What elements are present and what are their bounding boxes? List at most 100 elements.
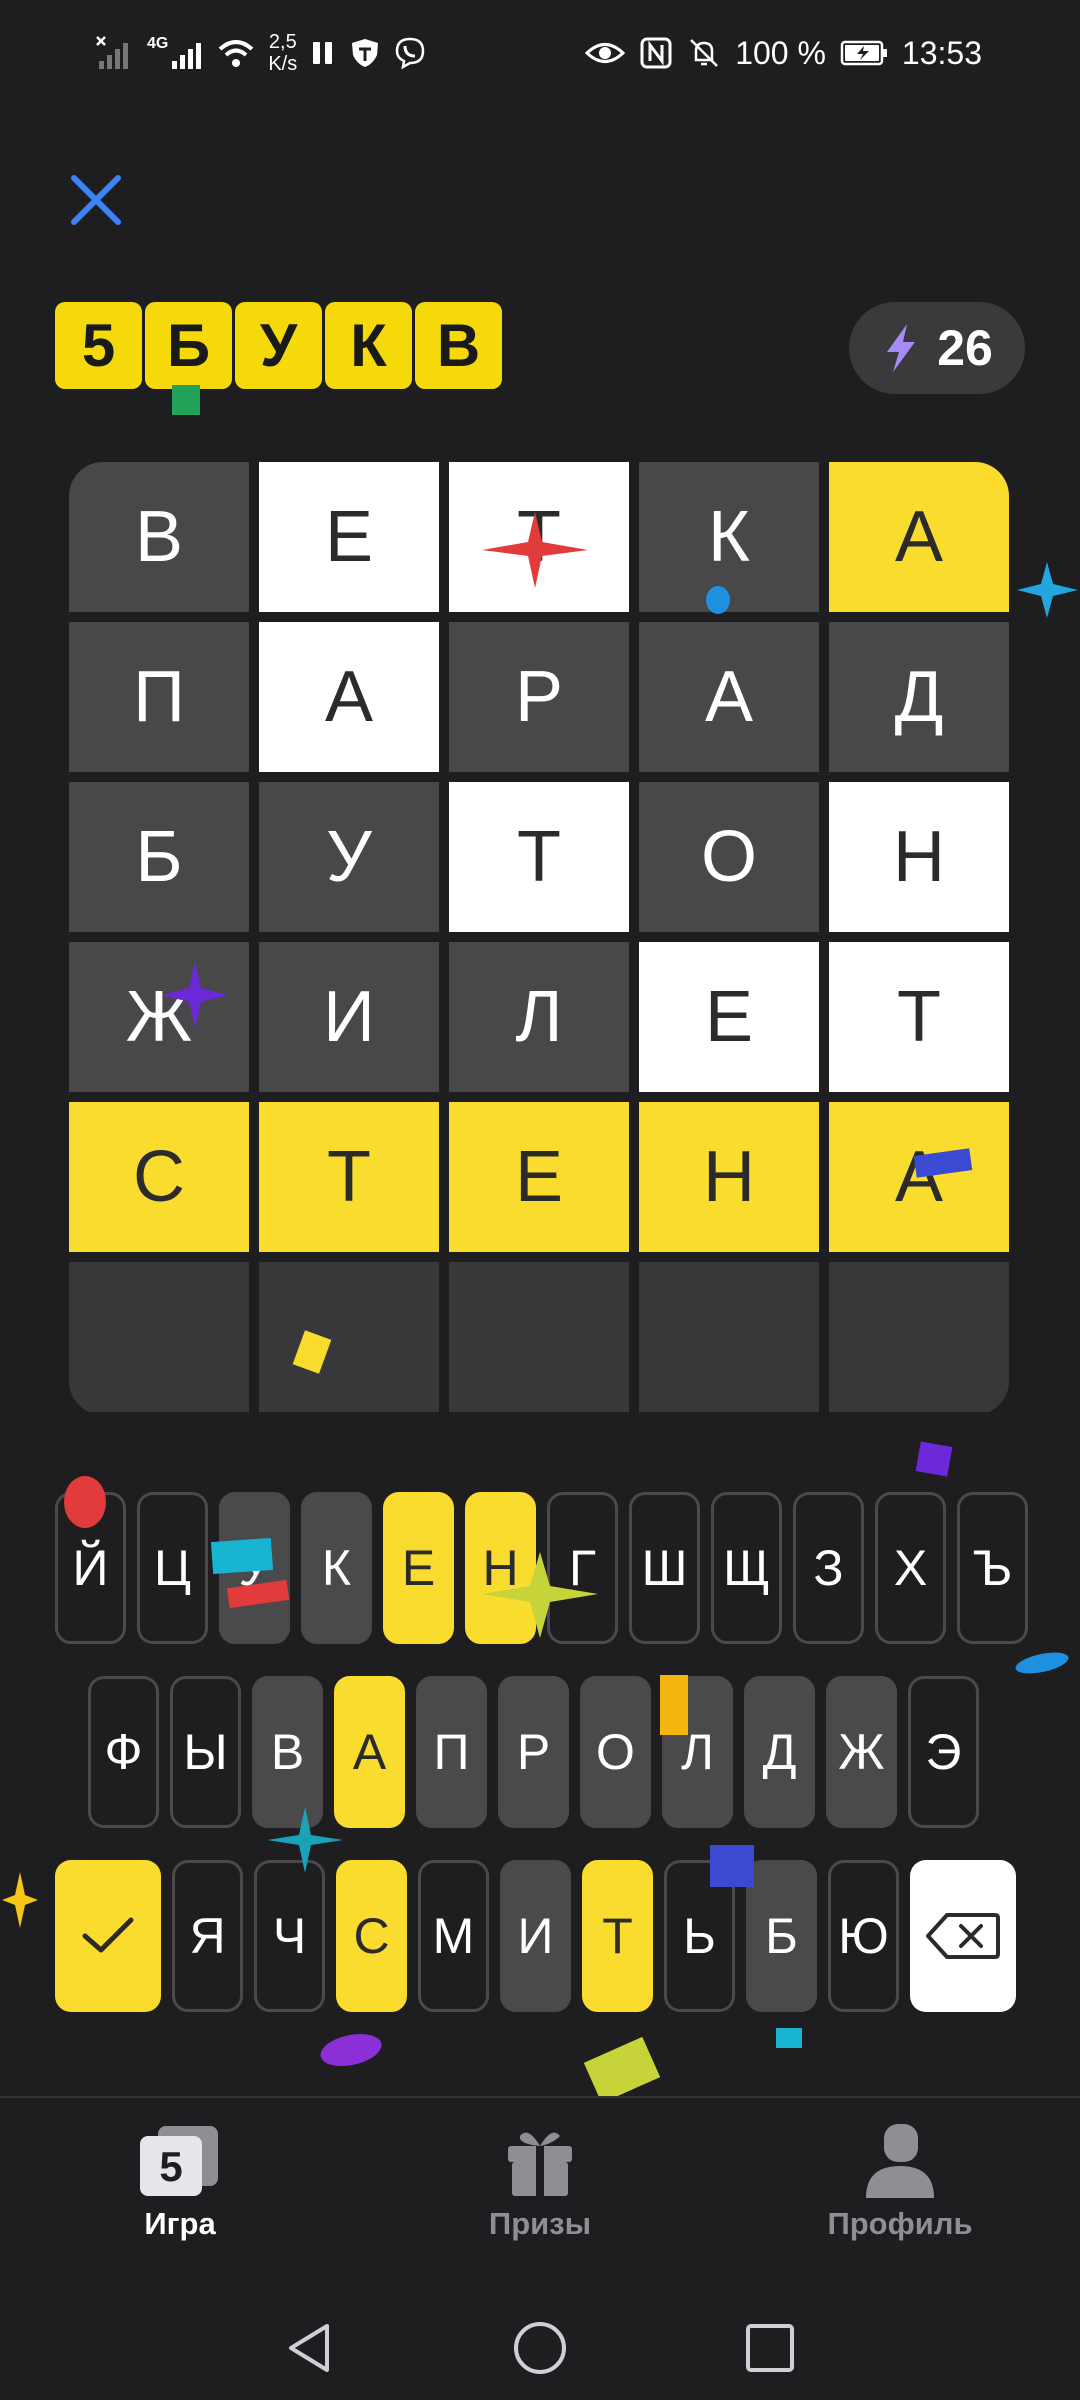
profile-icon xyxy=(866,2124,934,2198)
logo-tile: Б xyxy=(145,302,232,389)
battery-charging-icon xyxy=(840,40,887,66)
board-cell: Е xyxy=(259,462,439,612)
logo-tile: В xyxy=(415,302,502,389)
board-cell: Т xyxy=(829,942,1009,1092)
close-icon xyxy=(71,175,121,225)
key-letter[interactable]: Ь xyxy=(664,1860,735,2012)
status-left: 4G 2,5 K/s xyxy=(95,28,427,78)
key-letter[interactable]: Р xyxy=(498,1676,569,1828)
close-button[interactable] xyxy=(66,170,126,230)
key-letter[interactable]: Г xyxy=(547,1492,618,1644)
board-cell xyxy=(259,1262,439,1412)
key-letter[interactable]: Д xyxy=(744,1676,815,1828)
back-triangle-icon[interactable] xyxy=(283,2320,335,2376)
key-letter[interactable]: Л xyxy=(662,1676,733,1828)
eye-icon xyxy=(585,43,626,63)
key-letter[interactable]: С xyxy=(336,1860,407,2012)
game-logo-icon: 5 xyxy=(140,2126,218,2196)
board-cell: К xyxy=(639,462,819,612)
nav-label-prizes: Призы xyxy=(488,2206,592,2241)
key-letter[interactable]: Я xyxy=(172,1860,243,2012)
game-board: ВЕТКАПАРАДБУТОНЖИЛЕТСТЕНА xyxy=(69,462,1009,1415)
system-nav-bar xyxy=(0,2292,1080,2400)
board-cell: А xyxy=(829,1102,1009,1252)
speed-unit: K/s xyxy=(268,53,298,75)
board-cell: Д xyxy=(829,622,1009,772)
key-letter[interactable]: З xyxy=(793,1492,864,1644)
key-letter[interactable]: К xyxy=(301,1492,372,1644)
key-letter[interactable]: Ъ xyxy=(957,1492,1028,1644)
network-type: 4G xyxy=(147,35,169,52)
key-letter[interactable]: Ч xyxy=(254,1860,325,2012)
mute-bell-icon xyxy=(690,39,719,67)
board-cell: Р xyxy=(449,622,629,772)
key-letter[interactable]: Е xyxy=(383,1492,454,1644)
key-letter[interactable]: Ш xyxy=(629,1492,700,1644)
key-letter[interactable]: Ф xyxy=(88,1676,159,1828)
key-letter[interactable]: Т xyxy=(582,1860,653,2012)
key-letter[interactable]: Ж xyxy=(826,1676,897,1828)
board-cell: О xyxy=(639,782,819,932)
home-circle-icon[interactable] xyxy=(512,2320,568,2376)
pause-icon xyxy=(313,42,333,64)
keyboard-row-3-letters: ЯЧСМИТЬБЮ xyxy=(172,1860,899,2012)
viber-icon xyxy=(395,37,425,70)
lightning-icon xyxy=(887,324,916,372)
key-letter[interactable]: Щ xyxy=(711,1492,782,1644)
nfc-icon xyxy=(640,37,672,69)
key-letter[interactable]: О xyxy=(580,1676,651,1828)
status-right: 100 % 13:53 xyxy=(585,28,982,78)
logo-tile: У xyxy=(235,302,322,389)
keyboard-row-3: ЯЧСМИТЬБЮ xyxy=(55,1860,1016,2012)
board-cell: Т xyxy=(449,462,629,612)
key-letter[interactable]: П xyxy=(416,1676,487,1828)
status-bar: 4G 2,5 K/s 100 % 13:53 xyxy=(0,0,1080,110)
confetti-lime-rect xyxy=(583,2036,661,2104)
confetti-purple-oval xyxy=(317,2028,385,2072)
nav-label-game: Игра xyxy=(144,2206,216,2241)
key-letter[interactable]: Б xyxy=(746,1860,817,2012)
backspace-key[interactable] xyxy=(910,1860,1016,2012)
keyboard-row-1: ЙЦУКЕНГШЩЗХЪ xyxy=(55,1492,1028,1644)
gift-icon xyxy=(508,2132,572,2196)
key-letter[interactable]: В xyxy=(252,1676,323,1828)
key-letter[interactable]: Х xyxy=(875,1492,946,1644)
key-letter[interactable]: Й xyxy=(55,1492,126,1644)
key-letter[interactable]: И xyxy=(500,1860,571,2012)
confetti-star-cyan xyxy=(1017,562,1078,618)
board-cell: И xyxy=(259,942,439,1092)
board-cell: Ж xyxy=(69,942,249,1092)
key-letter[interactable]: Ц xyxy=(137,1492,208,1644)
recents-square-icon[interactable] xyxy=(744,2322,796,2374)
enter-key[interactable] xyxy=(55,1860,161,2012)
key-letter[interactable]: М xyxy=(418,1860,489,2012)
energy-badge[interactable]: 26 xyxy=(849,302,1025,394)
board-cell: Л xyxy=(449,942,629,1092)
board-cell: А xyxy=(259,622,439,772)
shield-icon xyxy=(352,39,379,67)
key-letter[interactable]: Э xyxy=(908,1676,979,1828)
board-cell xyxy=(69,1262,249,1412)
confetti-blue-oval xyxy=(1013,1648,1071,1678)
board-cell xyxy=(829,1262,1009,1412)
board-cell: Н xyxy=(829,782,1009,932)
board-cell: В xyxy=(69,462,249,612)
key-letter[interactable]: Ю xyxy=(828,1860,899,2012)
board-cell xyxy=(639,1262,819,1412)
board-cell: П xyxy=(69,622,249,772)
nav-item-profile[interactable]: Профиль xyxy=(790,2122,1010,2242)
no-signal-icon xyxy=(96,36,128,69)
nav-item-game[interactable]: 5 Игра xyxy=(70,2122,290,2242)
key-letter[interactable]: У xyxy=(219,1492,290,1644)
key-letter[interactable]: А xyxy=(334,1676,405,1828)
nav-item-prizes[interactable]: Призы xyxy=(430,2122,650,2242)
confetti-star-yellow xyxy=(2,1872,38,1928)
checkmark-icon xyxy=(82,1917,134,1953)
bottom-nav: 5 Игра Призы Профиль xyxy=(0,2096,1080,2294)
key-letter[interactable]: Ы xyxy=(170,1676,241,1828)
board-cell: С xyxy=(69,1102,249,1252)
board-cell: Н xyxy=(639,1102,819,1252)
confetti-purple-rect xyxy=(915,1441,953,1477)
board-cell: А xyxy=(639,622,819,772)
key-letter[interactable]: Н xyxy=(465,1492,536,1644)
